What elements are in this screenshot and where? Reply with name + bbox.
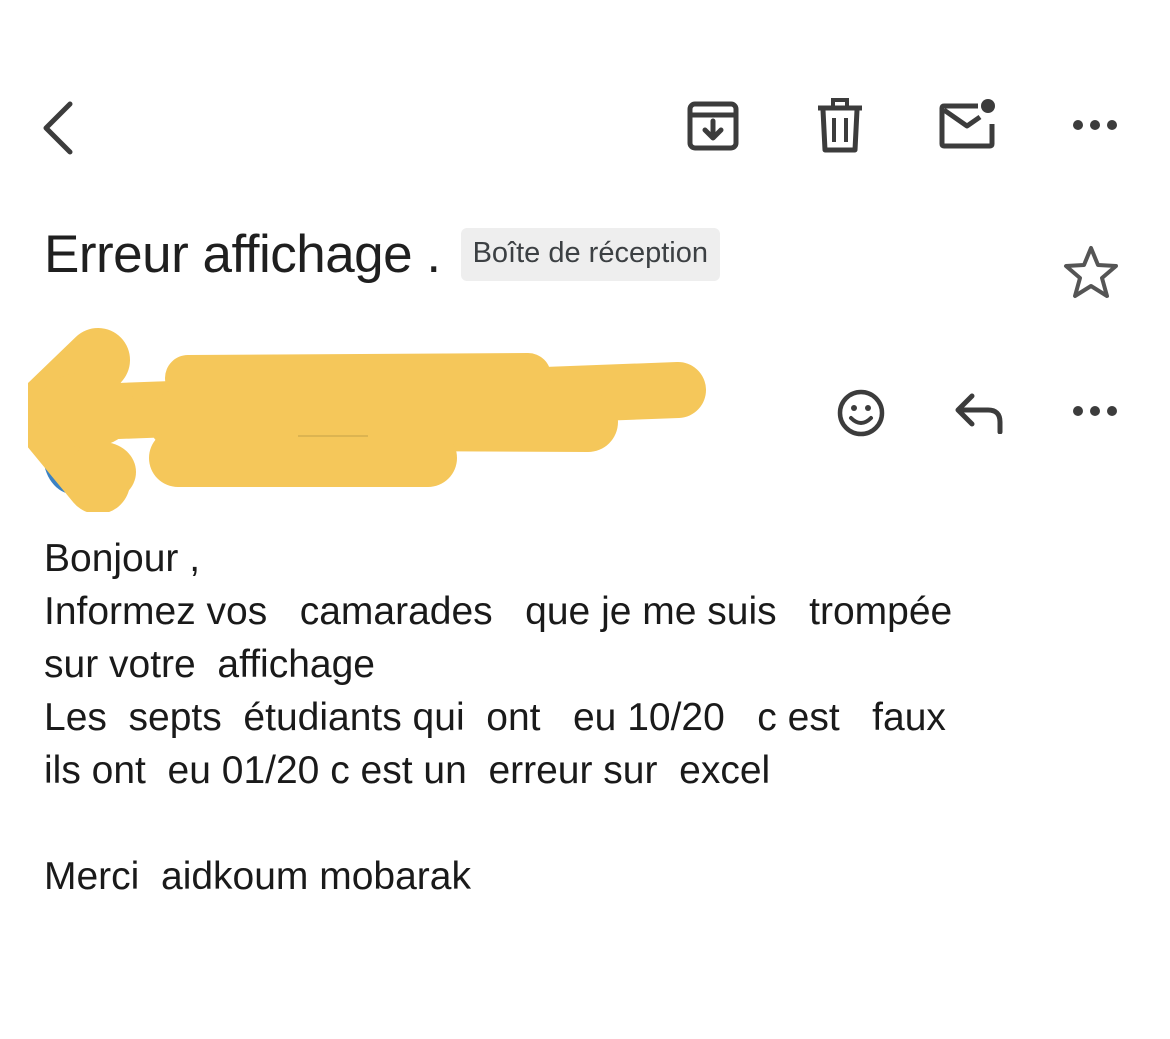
subject-row: Erreur affichage . Boîte de réception — [44, 222, 720, 286]
back-arrow-icon[interactable] — [38, 100, 78, 156]
message-more-options-icon[interactable] — [1072, 404, 1118, 418]
inbox-label-chip[interactable]: Boîte de réception — [460, 227, 720, 281]
body-line: ils ont eu 01/20 c est un erreur sur exc… — [44, 749, 771, 792]
email-view: Erreur affichage . Boîte de réception Bo… — [0, 0, 1170, 1039]
body-line: Merci aidkoum mobarak — [44, 855, 471, 898]
trash-icon[interactable] — [816, 98, 864, 154]
emoji-reaction-icon[interactable] — [836, 388, 886, 438]
body-blank-line — [44, 797, 1134, 850]
redaction-scribble — [28, 328, 706, 512]
body-line: Les septs étudiants qui ont eu 10/20 c e… — [44, 696, 946, 739]
body-line: sur votre affichage — [44, 643, 375, 686]
body-line: Bonjour , — [44, 537, 201, 580]
star-icon[interactable] — [1062, 244, 1120, 300]
email-subject: Erreur affichage . — [44, 224, 441, 284]
reply-icon[interactable] — [954, 390, 1006, 434]
mark-unread-icon[interactable] — [938, 96, 1000, 152]
body-line: Informez vos camarades que je me suis tr… — [44, 590, 953, 633]
more-options-icon[interactable] — [1072, 118, 1118, 132]
archive-icon[interactable] — [686, 100, 740, 152]
email-body: Bonjour , Informez vos camarades que je … — [44, 532, 1134, 903]
sender-header — [28, 322, 718, 512]
